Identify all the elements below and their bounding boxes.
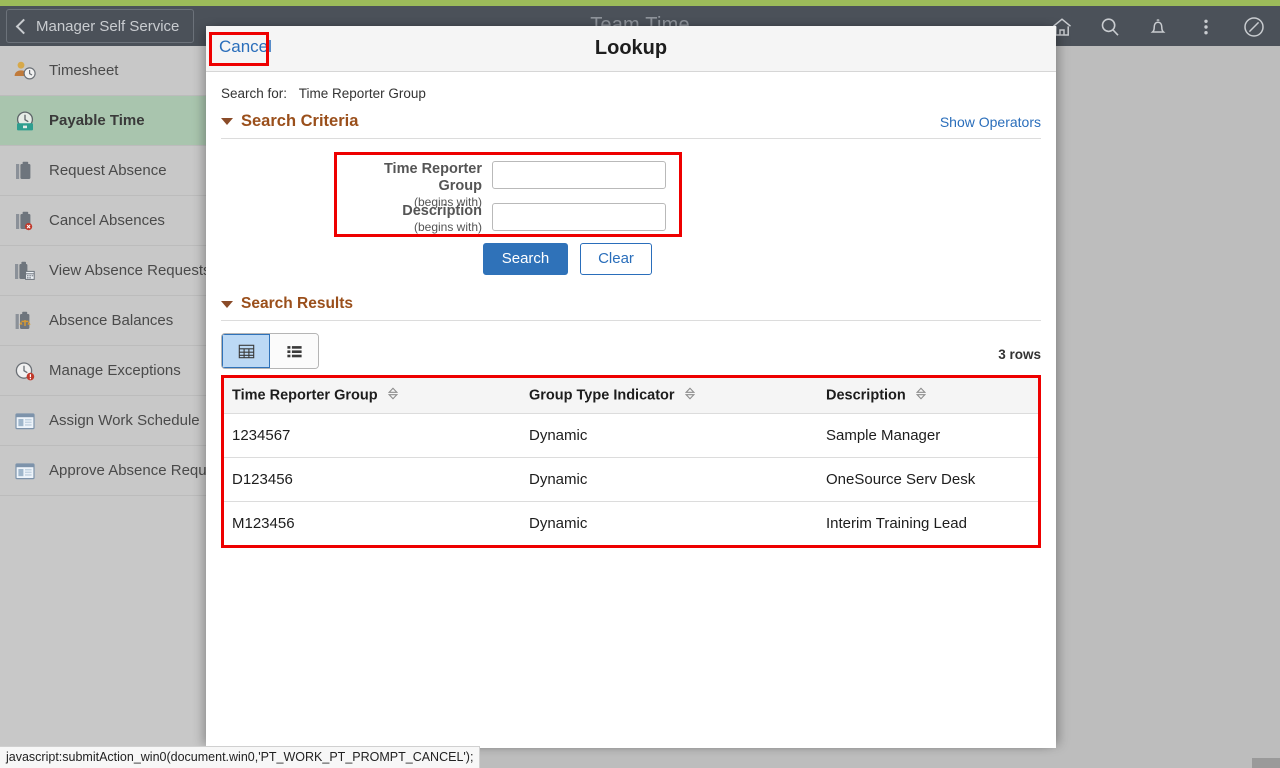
table-row[interactable]: 1234567 Dynamic Sample Manager [224,413,1038,458]
sidebar-item-approve-absence-request[interactable]: Approve Absence Request [0,446,207,496]
section-divider [221,320,1041,321]
cell-group-type-indicator: Dynamic [521,457,818,502]
criteria-field-label: Time Reporter Group [383,161,482,194]
sidebar-item-timesheet[interactable]: Timesheet [0,46,207,96]
search-for-label: Search for: [221,86,288,101]
cancel-button[interactable]: Cancel [219,37,272,57]
search-button[interactable]: Search [483,243,568,275]
column-header-description[interactable]: Description [818,378,1038,414]
person-clock-icon [10,57,40,85]
column-header-label: Group Type Indicator [529,387,675,404]
window-resize-grip[interactable] [1252,758,1280,768]
sidebar-item-manage-exceptions[interactable]: Manage Exceptions [0,346,207,396]
sidebar-item-label: Absence Balances [49,312,174,329]
criteria-label: Time Reporter Group (begins with) [340,161,492,209]
column-header-time-reporter-group[interactable]: Time Reporter Group [224,378,521,414]
row-count-label: 3 rows [998,347,1041,362]
modal-body: Search for: Time Reporter Group Search C… [206,86,1056,548]
cell-group-type-indicator: Dynamic [521,413,818,458]
view-toggle-group [221,333,319,369]
sort-toggle-icon[interactable] [387,387,398,404]
left-nav-sidebar: Timesheet Payable Time Request Absence C… [0,46,207,768]
search-for-row: Search for: Time Reporter Group [221,86,1041,101]
sidebar-item-cancel-absences[interactable]: Cancel Absences [0,196,207,246]
search-icon[interactable] [1088,8,1132,46]
modal-title: Lookup [594,37,668,59]
sidebar-item-label: Manage Exceptions [49,362,181,379]
results-toolbar: 3 rows [221,333,1041,369]
briefcase-icon [10,157,40,185]
window-panel-icon [10,407,40,435]
results-table-head: Time Reporter Group Group Type Indicator [224,378,1038,414]
clock-alert-icon [10,357,40,385]
sort-toggle-icon[interactable] [915,387,926,404]
cell-group-type-indicator: Dynamic [529,515,588,532]
cell-time-reporter-group[interactable]: M123456 [224,502,521,546]
sidebar-item-assign-work-schedule[interactable]: Assign Work Schedule [0,396,207,446]
sidebar-item-view-absence-requests[interactable]: View Absence Requests [0,246,207,296]
window-panel-icon [10,457,40,485]
sidebar-item-label: View Absence Requests [49,262,207,279]
briefcase-cancel-icon [10,207,40,235]
table-row[interactable]: D123456 Dynamic OneSource Serv Desk [224,457,1038,502]
results-header-row: Time Reporter Group Group Type Indicator [224,378,1038,414]
cell-description: Sample Manager [818,413,1038,458]
briefcase-calendar-icon [10,257,40,285]
sidebar-item-label: Cancel Absences [49,212,165,229]
cell-description: Interim Training Lead [826,515,967,532]
header-icon-group [1040,8,1276,46]
show-operators-link[interactable]: Show Operators [940,114,1041,130]
clear-button[interactable]: Clear [580,243,652,275]
column-header-group-type-indicator[interactable]: Group Type Indicator [521,378,818,414]
column-header-label: Time Reporter Group [232,387,378,404]
sidebar-item-label: Request Absence [49,162,167,179]
search-criteria-header: Search Criteria Show Operators [221,112,1041,131]
list-view-button[interactable] [270,334,318,368]
search-results-title: Search Results [241,295,353,312]
sort-toggle-icon[interactable] [684,387,695,404]
collapse-caret-icon[interactable] [221,300,233,308]
description-input[interactable] [492,203,666,231]
cell-description: OneSource Serv Desk [818,457,1038,502]
criteria-operator-label: (begins with) [413,220,482,234]
app-root: Manager Self Service Team Time Timesheet… [0,0,1280,768]
results-table-body: 1234567 Dynamic Sample Manager D123456 D… [224,413,1038,546]
modal-titlebar: Cancel Lookup [206,26,1056,72]
results-table-highlight: Time Reporter Group Group Type Indicator [221,375,1041,548]
search-criteria-fields: Time Reporter Group (begins with) Descri… [221,152,1041,238]
criteria-row-description: Description (begins with) [340,203,666,234]
search-results-table: Time Reporter Group Group Type Indicator [224,378,1038,545]
search-results-header: Search Results [221,295,1041,313]
actions-kebab-icon[interactable] [1184,8,1228,46]
search-for-value: Time Reporter Group [298,86,426,101]
sidebar-empty-space [0,496,207,768]
sidebar-item-payable-time[interactable]: Payable Time [0,96,207,146]
sidebar-item-label: Payable Time [49,112,145,129]
browser-status-bar: javascript:submitAction_win0(document.wi… [0,746,481,768]
sidebar-item-label: Assign Work Schedule [49,412,200,429]
notifications-bell-icon[interactable] [1136,8,1180,46]
section-divider [221,138,1041,139]
sidebar-item-label: Timesheet [49,62,119,79]
collapse-caret-icon[interactable] [221,118,233,125]
briefcase-balance-icon [10,307,40,335]
criteria-label: Description (begins with) [340,203,492,234]
clock-payable-icon [10,107,40,135]
grid-view-button[interactable] [222,334,270,368]
table-row[interactable]: M123456 Dynamic Interim Training Lead [224,502,1038,546]
sidebar-item-request-absence[interactable]: Request Absence [0,146,207,196]
cell-time-reporter-group[interactable]: 1234567 [224,413,521,458]
criteria-field-label: Description [402,203,482,219]
criteria-button-row: Search Clear [221,243,1041,275]
time-reporter-group-input[interactable] [492,161,666,189]
nav-bar-compass-icon[interactable] [1232,8,1276,46]
lookup-modal: Cancel Lookup Search for: Time Reporter … [206,26,1056,748]
criteria-row-time-reporter-group: Time Reporter Group (begins with) [340,161,666,209]
column-header-label: Description [826,387,906,404]
search-criteria-title: Search Criteria [241,112,359,130]
sidebar-item-absence-balances[interactable]: Absence Balances [0,296,207,346]
sidebar-item-label: Approve Absence Request [49,462,207,479]
cell-time-reporter-group[interactable]: D123456 [224,457,521,502]
